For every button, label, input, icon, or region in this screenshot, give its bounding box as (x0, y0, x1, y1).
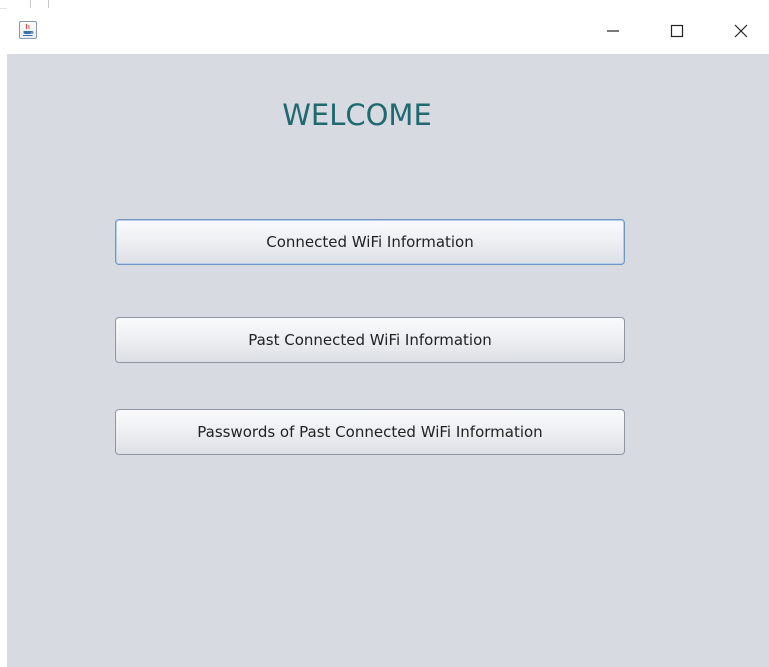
minimize-button[interactable] (585, 8, 641, 54)
welcome-heading: WELCOME (282, 98, 432, 132)
button-label: Passwords of Past Connected WiFi Informa… (197, 423, 543, 441)
minimize-icon (607, 30, 619, 32)
title-bar[interactable] (7, 8, 769, 54)
connected-wifi-info-button[interactable]: Connected WiFi Information (115, 219, 625, 265)
strip-divider (48, 0, 49, 8)
button-label: Past Connected WiFi Information (248, 331, 492, 349)
close-button[interactable] (713, 8, 769, 54)
button-label: Connected WiFi Information (266, 233, 474, 251)
past-connected-wifi-info-button[interactable]: Past Connected WiFi Information (115, 317, 625, 363)
maximize-icon (670, 24, 684, 38)
strip-divider (30, 0, 31, 8)
java-icon[interactable] (19, 21, 37, 39)
app-window: WELCOME Connected WiFi Information Past … (7, 8, 769, 667)
close-icon (734, 24, 748, 38)
content-panel: WELCOME Connected WiFi Information Past … (7, 54, 769, 667)
maximize-button[interactable] (649, 8, 705, 54)
wifi-passwords-button[interactable]: Passwords of Past Connected WiFi Informa… (115, 409, 625, 455)
